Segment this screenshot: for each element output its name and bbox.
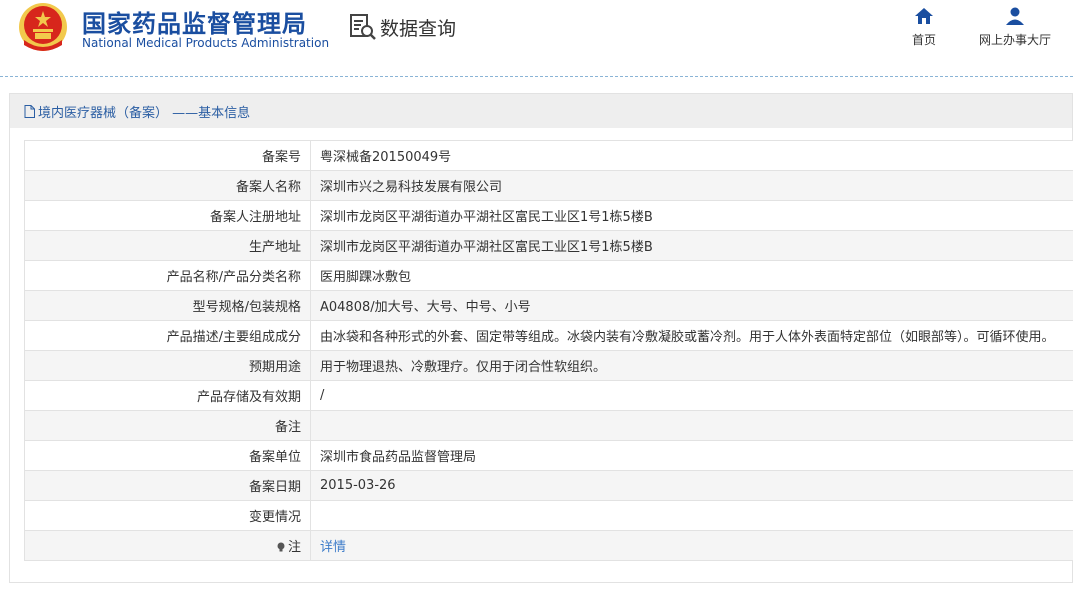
details-link[interactable]: 详情 <box>320 540 346 555</box>
nav-home-link[interactable]: 首页 <box>900 6 948 48</box>
row-label: 备注 <box>24 410 311 441</box>
panel-header: 境内医疗器械（备案） ——基本信息 <box>10 94 1072 128</box>
row-label: 预期用途 <box>24 350 311 381</box>
site-header: 国家药品监督管理局 National Medical Products Admi… <box>0 0 1073 76</box>
table-row: 生产地址 深圳市龙岗区平湖街道办平湖社区富民工业区1号1栋5楼B <box>24 230 1073 261</box>
row-label: 生产地址 <box>24 230 311 261</box>
table-row: 备案人名称 深圳市兴之易科技发展有限公司 <box>24 170 1073 201</box>
nav-home-label: 首页 <box>911 33 936 47</box>
table-row: 产品存储及有效期 / <box>24 380 1073 411</box>
basic-info-panel: 境内医疗器械（备案） ——基本信息 备案号 粤深械备20150049号 备案人名… <box>9 93 1073 583</box>
note-label: 注 <box>287 540 301 555</box>
table-row: 备案单位 深圳市食品药品监督管理局 <box>24 440 1073 471</box>
document-icon <box>24 104 35 118</box>
table-row: 备案人注册地址 深圳市龙岗区平湖街道办平湖社区富民工业区1号1栋5楼B <box>24 200 1073 231</box>
info-table: 备案号 粤深械备20150049号 备案人名称 深圳市兴之易科技发展有限公司 备… <box>24 140 1073 561</box>
row-label: 产品存储及有效期 <box>24 380 311 411</box>
table-row: 备案号 粤深械备20150049号 <box>24 140 1073 171</box>
user-icon <box>1006 7 1024 25</box>
note-label-cell: 注 <box>24 530 311 561</box>
table-row: 产品名称/产品分类名称 医用脚踝冰敷包 <box>24 260 1073 291</box>
table-row: 变更情况 <box>24 500 1073 531</box>
row-label: 产品描述/主要组成成分 <box>24 320 311 351</box>
header-divider <box>0 76 1073 77</box>
row-value: / <box>310 380 1073 411</box>
row-label: 产品名称/产品分类名称 <box>24 260 311 291</box>
row-label: 型号规格/包装规格 <box>24 290 311 321</box>
panel-title: 境内医疗器械（备案） ——基本信息 <box>38 105 251 121</box>
row-value: A04808/加大号、大号、中号、小号 <box>310 290 1073 321</box>
row-value: 深圳市食品药品监督管理局 <box>310 440 1073 471</box>
table-row: 产品描述/主要组成成分 由冰袋和各种形式的外套、固定带等组成。冰袋内装有冷敷凝胶… <box>24 320 1073 351</box>
nav-online-hall-link[interactable]: 网上办事大厅 <box>966 6 1064 48</box>
table-row: 型号规格/包装规格 A04808/加大号、大号、中号、小号 <box>24 290 1073 321</box>
row-label: 备案号 <box>24 140 311 171</box>
site-title-cn: 国家药品监督管理局 <box>82 10 307 38</box>
table-row: 备案日期 2015-03-26 <box>24 470 1073 501</box>
row-label: 备案单位 <box>24 440 311 471</box>
lightbulb-icon <box>277 542 285 552</box>
row-value: 由冰袋和各种形式的外套、固定带等组成。冰袋内装有冷敷凝胶或蓄冷剂。用于人体外表面… <box>310 320 1073 351</box>
row-label: 备案人注册地址 <box>24 200 311 231</box>
document-search-icon <box>350 14 376 40</box>
row-label: 备案人名称 <box>24 170 311 201</box>
site-title-en: National Medical Products Administration <box>82 36 330 50</box>
row-label: 变更情况 <box>24 500 311 531</box>
data-query-title: 数据查询 <box>348 12 456 42</box>
row-value <box>310 500 1073 531</box>
home-icon <box>915 8 933 24</box>
row-value <box>310 410 1073 441</box>
row-value: 2015-03-26 <box>310 470 1073 501</box>
row-value: 深圳市龙岗区平湖街道办平湖社区富民工业区1号1栋5楼B <box>310 200 1073 231</box>
row-value: 深圳市龙岗区平湖街道办平湖社区富民工业区1号1栋5楼B <box>310 230 1073 261</box>
nav-online-hall-label: 网上办事大厅 <box>978 33 1051 47</box>
national-emblem-icon <box>19 3 67 51</box>
row-value: 用于物理退热、冷敷理疗。仅用于闭合性软组织。 <box>310 350 1073 381</box>
table-row: 备注 <box>24 410 1073 441</box>
note-value-cell: 详情 <box>310 530 1073 561</box>
table-row: 注 详情 <box>24 530 1073 561</box>
row-value: 医用脚踝冰敷包 <box>310 260 1073 291</box>
row-label: 备案日期 <box>24 470 311 501</box>
table-row: 预期用途 用于物理退热、冷敷理疗。仅用于闭合性软组织。 <box>24 350 1073 381</box>
data-query-label: 数据查询 <box>380 17 457 40</box>
row-value: 深圳市兴之易科技发展有限公司 <box>310 170 1073 201</box>
row-value: 粤深械备20150049号 <box>310 140 1073 171</box>
